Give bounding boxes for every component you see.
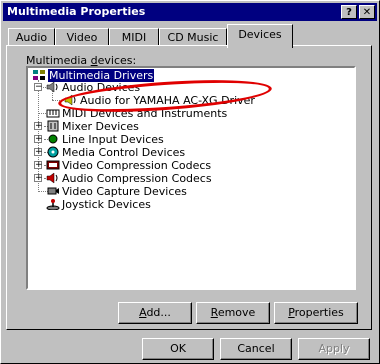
- tree-node-line-input[interactable]: Line Input Devices: [46, 133, 164, 146]
- tree-connector: [52, 100, 64, 101]
- tree-node-audio-codecs[interactable]: Audio Compression Codecs: [46, 172, 212, 185]
- window-title: Multimedia Properties: [7, 5, 146, 18]
- tree-node-joystick[interactable]: Joystick Devices: [46, 198, 151, 211]
- help-button[interactable]: ?: [341, 5, 357, 19]
- tree-node-audio-devices[interactable]: Audio Devices: [46, 81, 140, 94]
- devices-tree[interactable]: Multimedia Drivers − Audio Devices Audio…: [26, 66, 356, 290]
- tree-node-midi[interactable]: MIDI Devices and Instruments: [46, 107, 227, 120]
- tab-cd-music[interactable]: CD Music: [159, 28, 227, 46]
- multimedia-drivers-icon: [33, 70, 45, 80]
- camera-icon: [47, 187, 59, 195]
- mixer-icon: [47, 120, 59, 132]
- properties-button[interactable]: Properties: [274, 302, 358, 324]
- expand-mixer-devices[interactable]: +: [34, 122, 43, 131]
- midi-icon: [46, 109, 60, 118]
- add-button[interactable]: Add...: [118, 302, 192, 324]
- expand-line-input-devices[interactable]: +: [34, 135, 43, 144]
- tab-video[interactable]: Video: [55, 28, 109, 46]
- tab-audio[interactable]: Audio: [8, 28, 55, 46]
- ok-button[interactable]: OK: [142, 338, 214, 360]
- tree-node-video-codecs[interactable]: Video Compression Codecs: [46, 159, 211, 172]
- audio-codec-icon: [46, 172, 58, 184]
- expand-audio-codecs[interactable]: +: [34, 174, 43, 183]
- expand-video-codecs[interactable]: +: [34, 161, 43, 170]
- expand-media-control-devices[interactable]: +: [34, 148, 43, 157]
- collapse-audio-devices[interactable]: −: [34, 83, 43, 92]
- speaker-icon: [46, 81, 58, 93]
- video-codec-icon: [46, 160, 60, 170]
- tree-node-media-control[interactable]: Media Control Devices: [46, 146, 185, 159]
- cancel-button[interactable]: Cancel: [220, 338, 292, 360]
- apply-button[interactable]: Apply: [298, 338, 370, 360]
- remove-button[interactable]: Remove: [196, 302, 270, 324]
- tab-midi[interactable]: MIDI: [109, 28, 159, 46]
- tree-node-mixer[interactable]: Mixer Devices: [46, 120, 139, 133]
- speaker-icon: [64, 94, 76, 106]
- media-control-icon: [47, 146, 59, 158]
- title-bar[interactable]: Multimedia Properties ? ✕: [3, 3, 377, 21]
- joystick-icon: [46, 199, 60, 210]
- close-button[interactable]: ✕: [359, 5, 375, 19]
- tab-devices[interactable]: Devices: [227, 24, 293, 48]
- line-input-icon: [48, 134, 58, 144]
- tree-node-yamaha-driver[interactable]: Audio for YAMAHA AC-XG Driver: [64, 94, 255, 107]
- tree-node-video-capture[interactable]: Video Capture Devices: [46, 185, 187, 198]
